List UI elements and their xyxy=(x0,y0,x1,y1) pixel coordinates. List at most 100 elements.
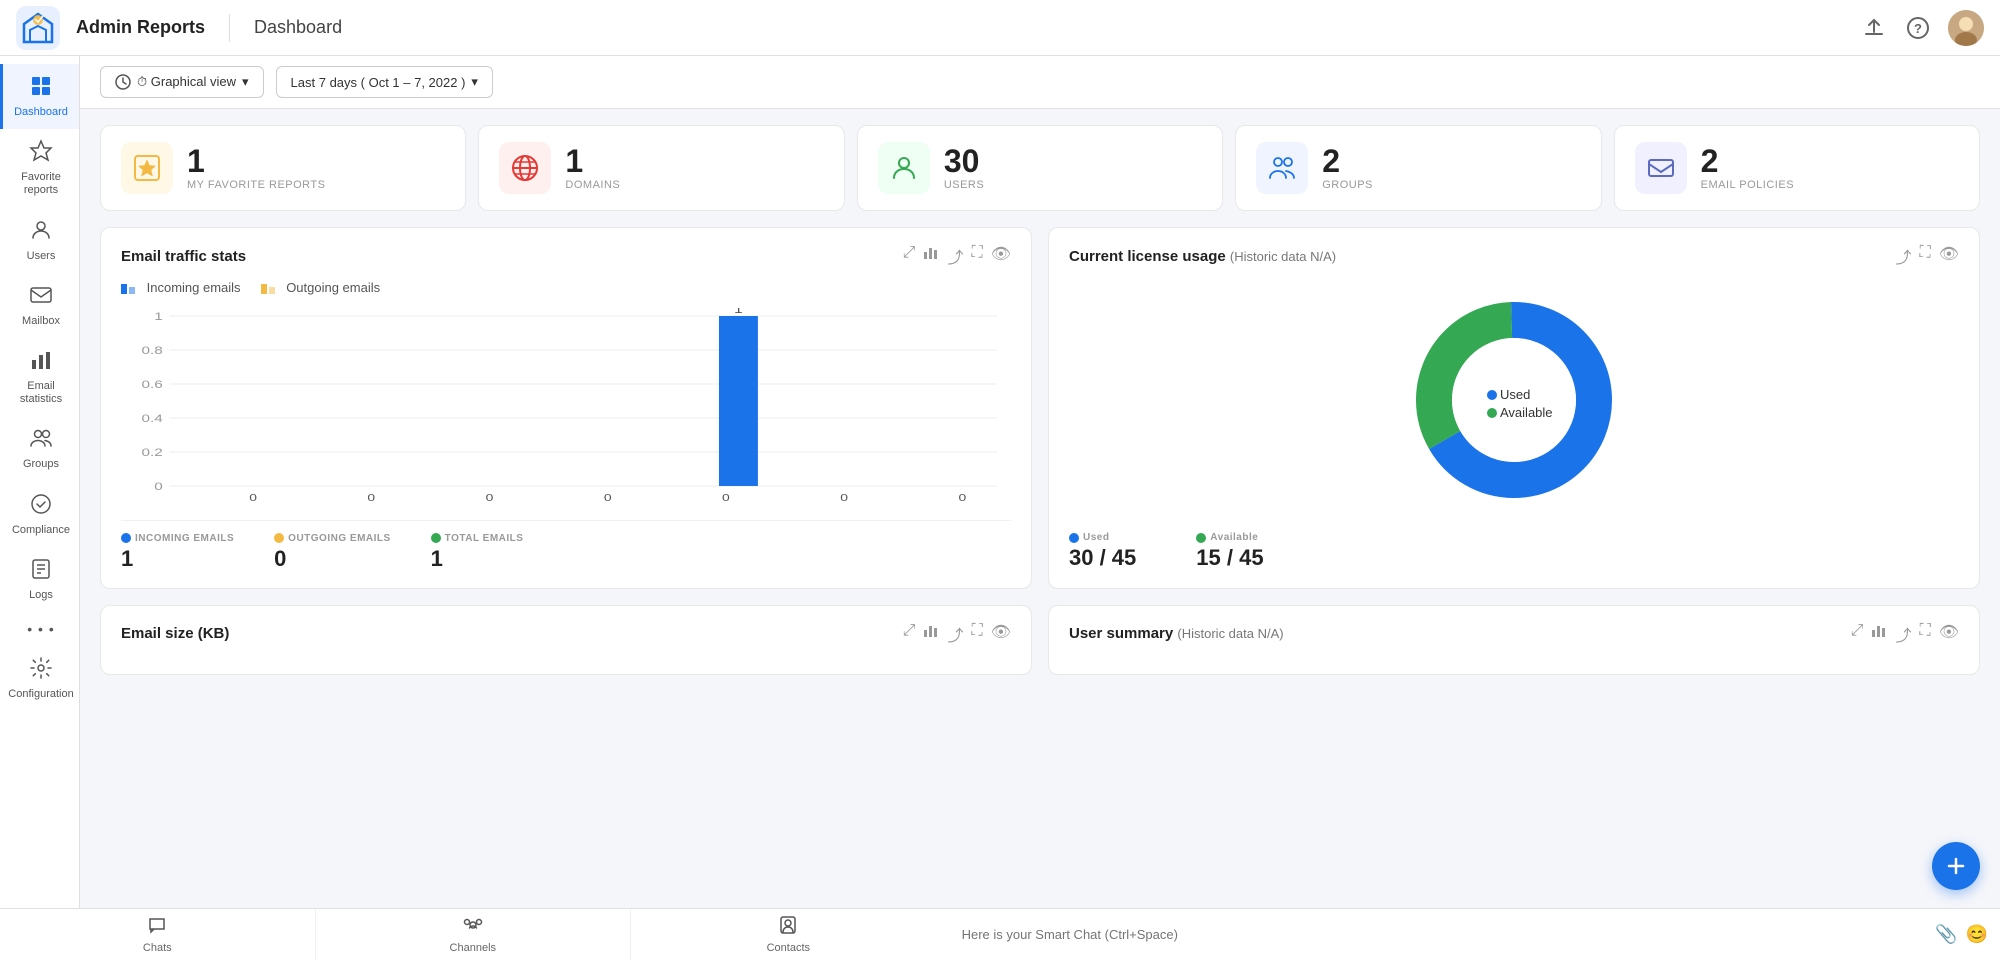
sidebar-item-email-statistics[interactable]: Email statistics xyxy=(0,338,79,416)
sidebar-item-mailbox[interactable]: Mailbox xyxy=(0,273,79,338)
page-title: Dashboard xyxy=(254,17,342,38)
bottom-bar: Chats Channels Contacts 📎 😊 xyxy=(0,908,2000,960)
scroll-area: 1 MY FAVORITE REPORTS 1 DOMAINS xyxy=(80,109,2000,908)
svg-text:1: 1 xyxy=(734,308,743,315)
sidebar: Dashboard Favorite reports Users Mailbox… xyxy=(0,56,80,908)
bottom-nav-channels[interactable]: Channels xyxy=(316,909,632,960)
svg-text:0: 0 xyxy=(154,480,163,492)
incoming-stat-value: 1 xyxy=(121,546,234,572)
sidebar-item-configuration[interactable]: Configuration xyxy=(0,646,79,711)
user-summary-expand-icon[interactable]: ⤢ xyxy=(1851,622,1864,646)
charts-row-2: Email size (KB) ⤢ ⤴ ⛶ 👁 xyxy=(100,605,1980,675)
main-layout: Dashboard Favorite reports Users Mailbox… xyxy=(0,56,2000,908)
svg-text:Available: Available xyxy=(1500,405,1553,420)
email-size-share-icon[interactable]: ⤴ xyxy=(947,622,963,646)
attachment-icon[interactable]: 📎 xyxy=(1935,924,1957,945)
svg-text:0.6: 0.6 xyxy=(141,378,162,390)
sidebar-item-dashboard[interactable]: Dashboard xyxy=(0,64,79,129)
share-icon[interactable]: ⤴ xyxy=(947,244,963,268)
bar-chart-legend: Incoming emails Outgoing emails xyxy=(121,280,1011,296)
users-stat-icon xyxy=(878,142,930,194)
incoming-dot xyxy=(121,533,131,543)
stat-card-domains: 1 DOMAINS xyxy=(478,125,844,211)
user-summary-hide-icon[interactable]: 👁 xyxy=(1939,622,1959,646)
email-size-hide-icon[interactable]: 👁 xyxy=(991,622,1011,646)
outgoing-stat-value: 0 xyxy=(274,546,391,572)
date-range-button[interactable]: Last 7 days ( Oct 1 – 7, 2022 ) ▾ xyxy=(276,66,493,98)
sidebar-item-compliance-label: Compliance xyxy=(12,524,70,537)
license-stats: Used 30 / 45 Available 15 / 45 xyxy=(1069,532,1959,571)
upload-icon[interactable] xyxy=(1860,14,1888,42)
email-size-header: Email size (KB) ⤢ ⤴ ⛶ 👁 xyxy=(121,622,1011,646)
expand-icon[interactable]: ⤢ xyxy=(903,244,916,268)
email-traffic-title: Email traffic stats xyxy=(121,248,246,265)
license-fullscreen-icon[interactable]: ⛶ xyxy=(1919,244,1930,268)
email-size-expand-icon[interactable]: ⤢ xyxy=(903,622,916,646)
incoming-stat-label: INCOMING EMAILS xyxy=(121,533,234,544)
user-summary-card: User summary (Historic data N/A) ⤢ ⤴ ⛶ 👁 xyxy=(1048,605,1980,675)
sidebar-item-logs[interactable]: Logs xyxy=(0,547,79,612)
outgoing-stat: OUTGOING EMAILS 0 xyxy=(274,533,391,572)
svg-text:Used: Used xyxy=(1500,387,1530,402)
smart-chat-input[interactable] xyxy=(946,909,1924,960)
logs-icon xyxy=(29,557,53,585)
stat-card-groups: 2 GROUPS xyxy=(1235,125,1601,211)
help-icon[interactable]: ? xyxy=(1904,14,1932,42)
app-logo[interactable] xyxy=(16,6,60,50)
sidebar-item-more[interactable]: • • • xyxy=(0,612,79,646)
user-summary-bar-icon[interactable] xyxy=(1871,622,1887,646)
license-chart-actions: ⤴ ⛶ 👁 xyxy=(1895,244,1959,268)
sidebar-item-compliance[interactable]: Compliance xyxy=(0,482,79,547)
users-icon xyxy=(29,218,53,246)
user-summary-fullscreen-icon[interactable]: ⛶ xyxy=(1919,622,1930,646)
favorite-reports-icon xyxy=(121,142,173,194)
bottom-nav-chats[interactable]: Chats xyxy=(0,909,316,960)
fullscreen-icon[interactable]: ⛶ xyxy=(971,244,982,268)
email-traffic-actions: ⤢ ⤴ ⛶ 👁 xyxy=(903,244,1011,268)
sidebar-item-configuration-label: Configuration xyxy=(8,688,73,701)
date-dropdown-arrow: ▾ xyxy=(471,74,478,90)
compliance-icon xyxy=(29,492,53,520)
used-stat-label: Used xyxy=(1069,532,1136,543)
star-icon xyxy=(29,139,53,167)
donut-chart-svg: Used Available xyxy=(1404,290,1624,510)
bar-chart-area: 1 0.8 0.6 0.4 0.2 0 xyxy=(121,308,1011,508)
user-summary-title: User summary (Historic data N/A) xyxy=(1069,625,1284,642)
donut-container: Used Available xyxy=(1069,280,1959,520)
hide-icon[interactable]: 👁 xyxy=(991,244,1011,268)
avatar[interactable] xyxy=(1948,10,1984,46)
sidebar-item-mailbox-label: Mailbox xyxy=(22,315,60,328)
view-dropdown-arrow: ▾ xyxy=(242,74,249,90)
sidebar-item-users[interactable]: Users xyxy=(0,208,79,273)
svg-text:0.4: 0.4 xyxy=(141,412,163,424)
users-number: 30 xyxy=(944,145,984,177)
available-stat-label: Available xyxy=(1196,532,1263,543)
svg-text:0.8: 0.8 xyxy=(141,344,162,356)
sidebar-item-groups[interactable]: Groups xyxy=(0,416,79,481)
used-stat: Used 30 / 45 xyxy=(1069,532,1136,571)
users-label: USERS xyxy=(944,179,984,191)
svg-text:0: 0 xyxy=(604,491,612,503)
total-stat-value: 1 xyxy=(431,546,524,572)
bar-chart-icon[interactable] xyxy=(923,244,939,268)
license-hide-icon[interactable]: 👁 xyxy=(1939,244,1959,268)
domains-number: 1 xyxy=(565,145,620,177)
stat-card-users: 30 USERS xyxy=(857,125,1223,211)
fab-button[interactable] xyxy=(1932,842,1980,890)
outgoing-legend: Outgoing emails xyxy=(261,280,381,296)
available-stat-value: 15 / 45 xyxy=(1196,545,1263,571)
svg-text:0: 0 xyxy=(249,491,257,503)
stat-card-email-policies: 2 EMAIL POLICIES xyxy=(1614,125,1980,211)
more-icon: • • • xyxy=(27,622,54,636)
user-summary-share-icon[interactable]: ⤴ xyxy=(1895,622,1911,646)
license-share-icon[interactable]: ⤴ xyxy=(1895,244,1911,268)
email-size-bar-icon[interactable] xyxy=(923,622,939,646)
total-stat: TOTAL EMAILS 1 xyxy=(431,533,524,572)
emoji-icon[interactable]: 😊 xyxy=(1966,924,1988,945)
outgoing-dot xyxy=(274,533,284,543)
graphical-view-button[interactable]: ⏱ Graphical view ▾ xyxy=(100,66,264,98)
bottom-nav-contacts[interactable]: Contacts xyxy=(631,909,946,960)
email-size-fullscreen-icon[interactable]: ⛶ xyxy=(971,622,982,646)
email-policies-number: 2 xyxy=(1701,145,1794,177)
sidebar-item-favorite-reports[interactable]: Favorite reports xyxy=(0,129,79,207)
